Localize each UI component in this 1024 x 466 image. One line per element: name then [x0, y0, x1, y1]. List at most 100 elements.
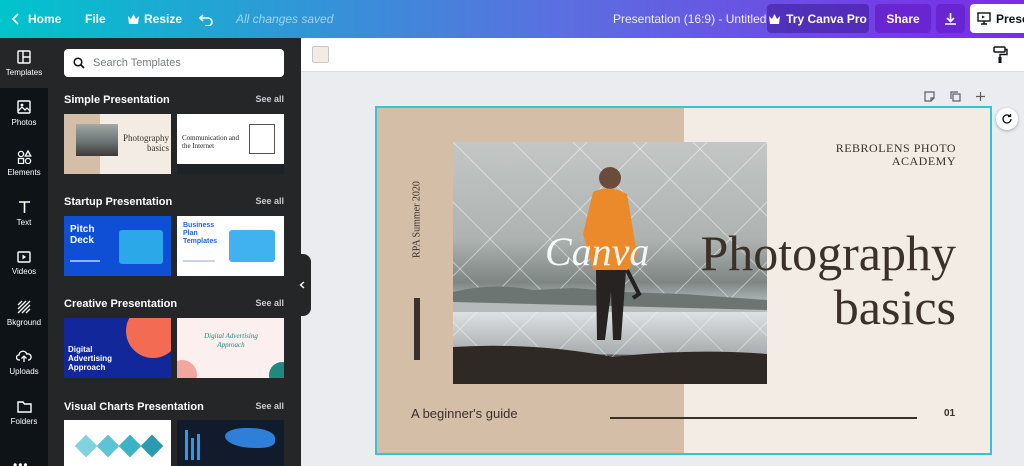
divider-line[interactable]: [610, 417, 917, 419]
template-thumb-business-plan[interactable]: Business Plan Templates: [177, 216, 284, 276]
undo-button[interactable]: [199, 0, 214, 38]
see-all-link[interactable]: See all: [255, 298, 284, 310]
section-title: Creative Presentation: [64, 298, 178, 310]
template-thumb-world-map[interactable]: [177, 420, 284, 466]
rail-item-background[interactable]: Bkground: [0, 288, 48, 338]
see-all-link[interactable]: See all: [255, 196, 284, 208]
rail-item-templates[interactable]: Templates: [0, 38, 48, 88]
slide-subtitle[interactable]: A beginner's guide: [411, 406, 518, 421]
slide-title[interactable]: Photography basics: [665, 226, 956, 334]
present-button[interactable]: Prese: [970, 4, 1024, 33]
paint-roller-icon[interactable]: [992, 46, 1008, 69]
thumb-title: Business Plan Templates: [183, 222, 218, 245]
section-header: Visual Charts Presentation See all: [64, 401, 284, 413]
crown-icon: [128, 14, 139, 24]
share-button[interactable]: Share: [875, 4, 931, 33]
template-thumb-visual-chart[interactable]: [64, 420, 171, 466]
vertical-caption[interactable]: RPA Summer 2020: [412, 170, 423, 270]
see-all-link[interactable]: See all: [255, 94, 284, 106]
templates-panel: Search Templates Simple Presentation See…: [48, 38, 301, 466]
add-page-icon[interactable]: [975, 89, 986, 107]
section-title: Startup Presentation: [64, 196, 173, 208]
search-input[interactable]: Search Templates: [64, 49, 284, 77]
section-header: Creative Presentation See all: [64, 298, 284, 310]
rail-label: Templates: [5, 67, 43, 77]
rail-item-uploads[interactable]: Uploads: [0, 338, 48, 388]
template-thumb-photography[interactable]: Photography basics: [64, 114, 171, 174]
document-title[interactable]: Presentation (16:9) - Untitled: [613, 0, 766, 38]
thumb-bar: [197, 434, 200, 460]
duplicate-page-icon[interactable]: [950, 89, 961, 107]
slide-canvas[interactable]: RPA Summer 2020 Canva REBROLENS PHOTO AC…: [375, 106, 992, 455]
page-number[interactable]: 01: [944, 408, 955, 419]
templates-icon: [17, 49, 31, 64]
template-thumb-communication[interactable]: Communication and the Internet: [177, 114, 284, 174]
present-icon: [977, 12, 991, 25]
rail-item-elements[interactable]: Elements: [0, 138, 48, 188]
template-thumb-pitch-deck[interactable]: Pitch Deck: [64, 216, 171, 276]
rail-label: Photos: [11, 117, 37, 127]
thumb-diamond: [118, 434, 142, 458]
search-placeholder: Search Templates: [93, 57, 181, 69]
slide-title-line1: Photography: [700, 225, 956, 281]
download-icon: [945, 13, 956, 25]
video-icon: [17, 250, 31, 263]
thumb-bar: [191, 438, 194, 460]
thumb-bar: [177, 164, 284, 174]
rail-label: Uploads: [9, 367, 39, 376]
collapse-panel-handle[interactable]: [293, 254, 311, 316]
academy-name[interactable]: REBROLENS PHOTO ACADEMY: [813, 142, 956, 168]
thumb-line: [70, 260, 100, 262]
rail-label: Text: [16, 217, 32, 227]
search-icon: [73, 57, 85, 69]
file-menu[interactable]: File: [85, 0, 106, 38]
rail-label: Videos: [11, 266, 37, 276]
section-title: Simple Presentation: [64, 94, 170, 106]
rail-item-text[interactable]: Text: [0, 188, 48, 238]
rail-label: Bkground: [6, 317, 42, 327]
thumb-map: [225, 428, 275, 448]
save-status: All changes saved: [236, 12, 334, 26]
elements-icon: [17, 149, 32, 164]
accent-bar[interactable]: [414, 298, 420, 360]
note-icon[interactable]: [924, 89, 935, 107]
section-header: Startup Presentation See all: [64, 196, 284, 208]
template-thumb-script-advertising[interactable]: Digital Advertising Approach: [177, 318, 284, 378]
canvas-toolbar: [301, 38, 1024, 72]
resize-button[interactable]: Resize: [128, 0, 182, 38]
thumb-title: Digital Advertising Approach: [68, 345, 113, 372]
thumb-diamond: [74, 434, 98, 458]
rail-label: Elements: [7, 167, 41, 177]
more-icon[interactable]: •••: [13, 458, 29, 466]
thumb-title: Pitch Deck: [70, 224, 95, 246]
try-canva-pro-button[interactable]: Try Canva Pro: [767, 4, 869, 33]
rail-item-videos[interactable]: Videos: [0, 238, 48, 288]
thumb-diamond: [140, 434, 164, 458]
thumb-title: Digital Advertising Approach: [204, 332, 258, 349]
text-icon: [18, 200, 30, 213]
side-rail: Templates Photos Elements Text Videos Bk…: [0, 38, 48, 466]
thumb-illustration: [119, 230, 163, 264]
background-icon: [17, 300, 31, 313]
background-color-swatch[interactable]: [312, 46, 329, 63]
thumb-shape: [177, 360, 197, 378]
section-title: Visual Charts Presentation: [64, 401, 204, 413]
try-pro-label: Try Canva Pro: [786, 11, 867, 26]
template-thumb-digital-advertising[interactable]: Digital Advertising Approach: [64, 318, 171, 378]
refresh-handle[interactable]: [996, 108, 1018, 130]
cloud-upload-icon: [16, 350, 32, 362]
thumb-shape: [269, 362, 284, 378]
crown-icon: [769, 13, 781, 24]
home-button[interactable]: Home: [10, 0, 61, 38]
rail-item-folders[interactable]: Folders: [0, 388, 48, 438]
thumb-bar: [185, 430, 188, 460]
section-header: Simple Presentation See all: [64, 94, 284, 106]
see-all-link[interactable]: See all: [255, 401, 284, 413]
photo-icon: [17, 99, 31, 114]
thumb-line: [183, 260, 215, 262]
thumb-diamond: [96, 434, 120, 458]
thumb-title: Photography basics: [123, 133, 169, 153]
rail-item-photos[interactable]: Photos: [0, 88, 48, 138]
canva-watermark: Canva: [545, 229, 650, 274]
download-button[interactable]: [936, 4, 965, 33]
